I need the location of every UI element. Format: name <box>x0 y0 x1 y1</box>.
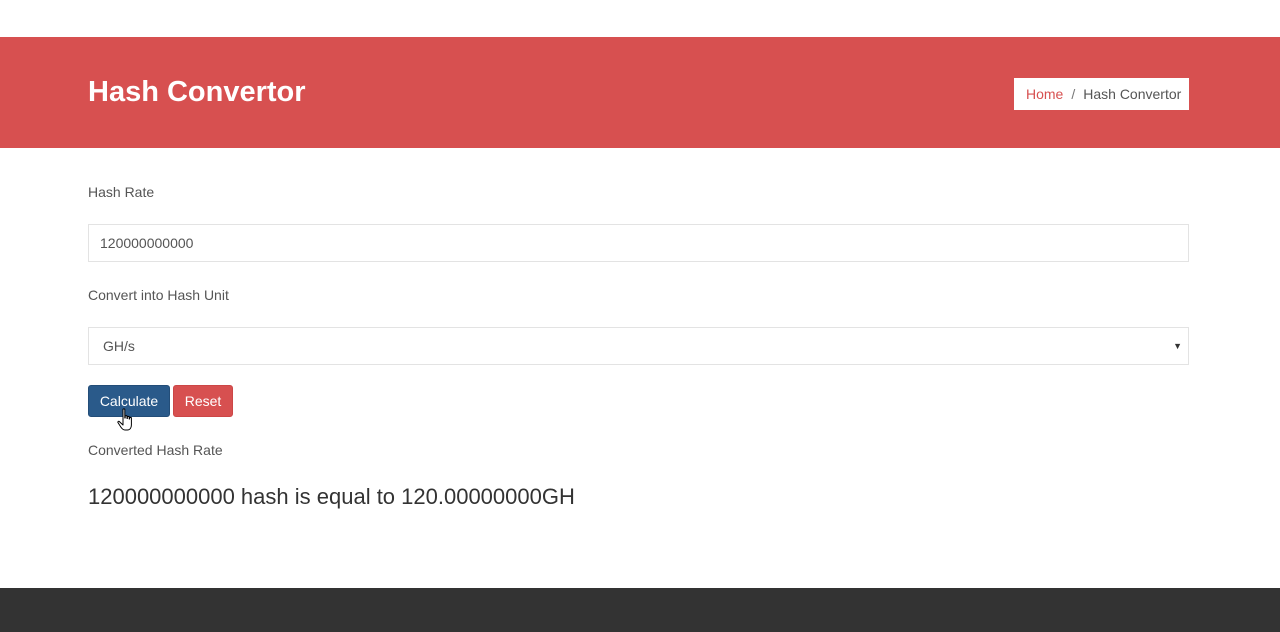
chevron-down-icon: ▼ <box>1173 341 1182 351</box>
hash-unit-selected-value: GH/s <box>103 338 135 354</box>
breadcrumb: Home / Hash Convertor <box>1014 78 1189 110</box>
breadcrumb-current: Hash Convertor <box>1083 86 1182 102</box>
hash-rate-label: Hash Rate <box>88 184 155 200</box>
hash-unit-label: Convert into Hash Unit <box>88 287 229 303</box>
reset-button[interactable]: Reset <box>173 385 233 417</box>
converted-hash-rate-label: Converted Hash Rate <box>88 442 223 458</box>
breadcrumb-separator: / <box>1071 86 1076 102</box>
breadcrumb-home-link[interactable]: Home <box>1026 86 1063 102</box>
hash-unit-select[interactable]: GH/s ▼ <box>88 327 1189 365</box>
page-footer <box>0 588 1280 632</box>
conversion-result: 120000000000 hash is equal to 120.000000… <box>88 484 575 509</box>
hand-pointer-icon <box>117 408 132 431</box>
hash-rate-input[interactable]: 120000000000 <box>88 224 1189 262</box>
page-title: Hash Convertor <box>88 76 306 108</box>
